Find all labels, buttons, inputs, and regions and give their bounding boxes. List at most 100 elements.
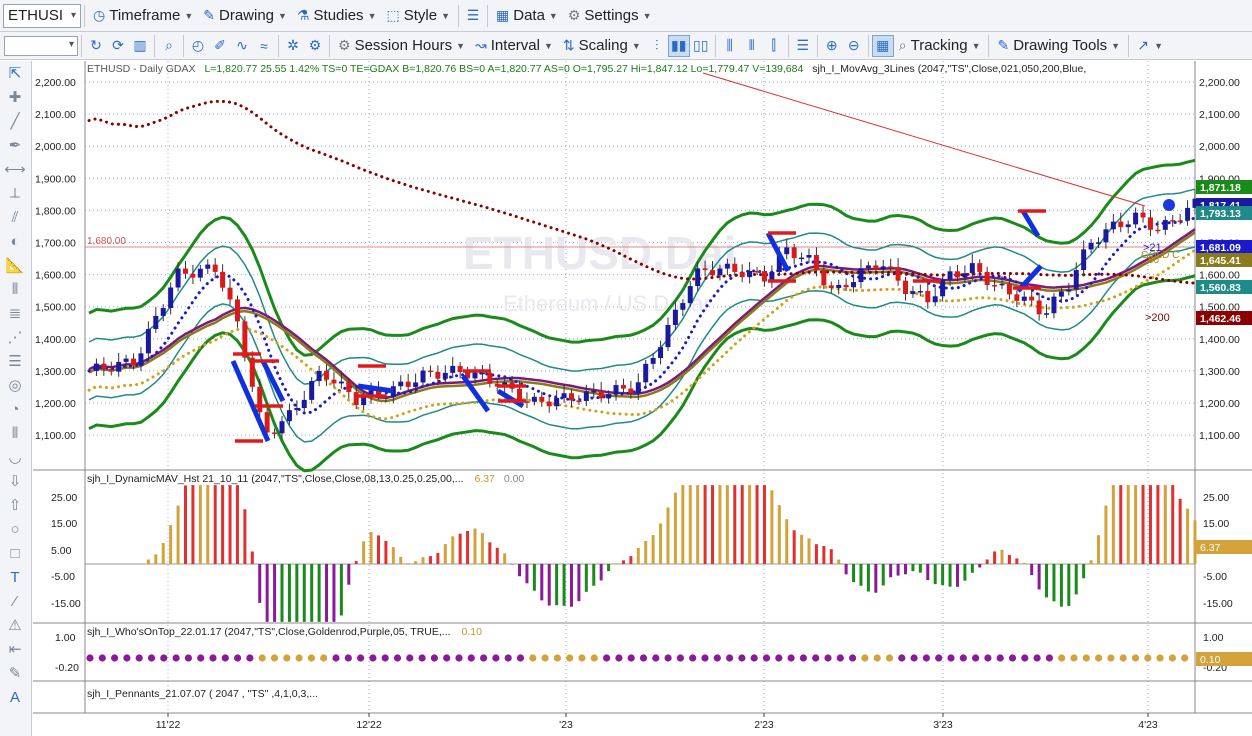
interval-label: Interval [490, 37, 540, 54]
timeframe-button[interactable]: ◷ Timeframe ▼ [88, 4, 198, 28]
candle-body [554, 397, 560, 407]
price-tick-label: 2,100.00 [35, 109, 76, 121]
zoom-in-icon[interactable]: ⊕ [821, 35, 843, 57]
edit-icon[interactable]: ✎ [0, 661, 30, 685]
refresh-icon[interactable]: ↻ [85, 35, 107, 57]
price-tick-label: 1,300.00 [1199, 366, 1240, 378]
gann-icon[interactable]: ☰ [0, 349, 30, 373]
pointer-icon[interactable]: ⇱ [0, 61, 30, 85]
tracking-button[interactable]: ⌕ Tracking ▼ [894, 34, 986, 58]
horizontal-line-icon[interactable]: ⟷ [0, 157, 30, 181]
chevron-down-icon: ▼ [278, 10, 287, 21]
candle-body [873, 265, 879, 270]
fib-fan-icon[interactable]: ⋰ [0, 325, 30, 349]
hlc-icon[interactable]: ⫴ [741, 35, 763, 57]
style-button[interactable]: ⬚ Style ▼ [381, 4, 455, 28]
candle-body [821, 270, 827, 286]
interval-button[interactable]: ↝ Interval ▼ [470, 34, 558, 58]
pen-icon[interactable]: ✒ [0, 133, 30, 157]
table-icon[interactable]: ▥ [129, 35, 151, 57]
candle-body [1014, 294, 1020, 301]
who-on-top-dot [984, 654, 992, 662]
fib-icon[interactable]: ≣ [0, 301, 30, 325]
who-on-top-dot [234, 654, 242, 662]
histogram-bar [911, 564, 915, 572]
zoom-data-icon[interactable]: ⌕ [158, 35, 180, 57]
chevron-down-icon: ▼ [548, 10, 558, 21]
arrow-down-icon[interactable]: ⇩ [0, 469, 30, 493]
divider [714, 34, 716, 57]
candle-body [628, 388, 634, 394]
candle-body [910, 291, 916, 295]
hollow-candle-icon[interactable]: ▯▯ [690, 35, 712, 57]
text-icon[interactable]: T [0, 565, 30, 589]
cycle-icon[interactable]: ◐ [0, 229, 30, 253]
histogram-bar [577, 564, 581, 602]
chevron-down-icon: ▼ [367, 10, 377, 21]
histogram-bar [235, 485, 239, 564]
histogram-bar [599, 564, 603, 581]
histogram-bar [1082, 564, 1086, 579]
ellipse-icon[interactable]: ○ [0, 517, 30, 541]
chart-canvas[interactable]: ETHUSD,Dai Ethereum / US Dollar ETHUSD -… [33, 61, 1252, 736]
format-icon[interactable]: ⚙ [304, 35, 326, 57]
layout-icon[interactable]: ☰ [792, 35, 814, 57]
candle-body [1066, 289, 1072, 292]
channel-icon[interactable]: ⫽ [0, 205, 30, 229]
who-on-top-dot [1070, 654, 1078, 662]
spiral-icon[interactable]: ◎ [0, 373, 30, 397]
arc-icon[interactable]: ◔ [0, 397, 30, 421]
scaling-button[interactable]: ⇅ Scaling ▼ [558, 34, 646, 58]
bar-chart-icon[interactable]: ⫶ [646, 35, 668, 57]
eyedropper-icon[interactable]: ✐ [209, 35, 231, 57]
clock-icon[interactable]: ◴ [187, 35, 209, 57]
ohlc-icon[interactable]: ⫼ [719, 35, 741, 57]
layout-icon[interactable]: ☰ [462, 5, 484, 27]
curve-icon[interactable]: ◡ [0, 445, 30, 469]
candle-body [257, 386, 263, 413]
drawing-button[interactable]: ✎ Drawing ▼ [198, 4, 292, 28]
trendline-icon[interactable]: ╱ [0, 109, 30, 133]
histogram-bar [265, 564, 269, 622]
trend-icon[interactable]: ↗ [1132, 35, 1154, 57]
zoom-out-icon[interactable]: ⊖ [843, 35, 865, 57]
speed-lines-icon[interactable]: ⫴ [0, 421, 30, 445]
alert-icon[interactable]: ⚠ [0, 613, 30, 637]
text-label-icon[interactable]: A [0, 685, 30, 709]
candle-body [1140, 212, 1146, 218]
wave-chart-icon[interactable]: ≈ [253, 35, 275, 57]
properties-icon[interactable]: ✲ [282, 35, 304, 57]
interval-combo[interactable] [4, 35, 78, 56]
histogram-bar [169, 525, 173, 564]
symbol-input[interactable]: ETHUSI ▾ [3, 3, 81, 28]
reload-icon[interactable]: ⟳ [107, 35, 129, 57]
ruler-icon[interactable]: 📐 [0, 253, 30, 277]
datagrid-icon[interactable]: ▦ [871, 34, 894, 57]
drawing-tools-button[interactable]: ✎ Drawing Tools ▼ [992, 34, 1125, 58]
candle-body [168, 287, 174, 308]
histogram-bar [659, 523, 663, 564]
settings-button[interactable]: ⚙ Settings ▼ [563, 4, 657, 28]
dash-icon[interactable]: ⁄ [0, 589, 30, 613]
bars-icon[interactable]: ⦀ [0, 277, 30, 301]
candle-body [190, 273, 196, 278]
line-chart-icon[interactable]: ∿ [231, 35, 253, 57]
crosshair-icon[interactable]: ✚ [0, 85, 30, 109]
data-button[interactable]: ▦ Data ▼ [491, 4, 563, 28]
histogram-bar [985, 559, 989, 564]
divider [278, 34, 279, 57]
histogram-bar [829, 549, 833, 564]
who-on-top-dot [1156, 654, 1164, 662]
candle-body [925, 291, 931, 303]
vertical-line-icon[interactable]: ⟂ [0, 181, 30, 205]
rectangle-icon[interactable]: □ [0, 541, 30, 565]
session-hours-button[interactable]: ⚙ Session Hours ▼ [333, 34, 470, 58]
histogram-bar [243, 509, 247, 564]
candlestick-icon[interactable]: ▮▮ [667, 34, 690, 57]
candle-body [1155, 229, 1161, 232]
volume-icon[interactable]: ⫿ [763, 35, 785, 57]
studies-button[interactable]: ⚗ Studies ▼ [292, 4, 382, 28]
chevron-down-icon: ▾ [70, 10, 76, 21]
arrow-left-icon[interactable]: ⇤ [0, 637, 30, 661]
arrow-up-icon[interactable]: ⇧ [0, 493, 30, 517]
